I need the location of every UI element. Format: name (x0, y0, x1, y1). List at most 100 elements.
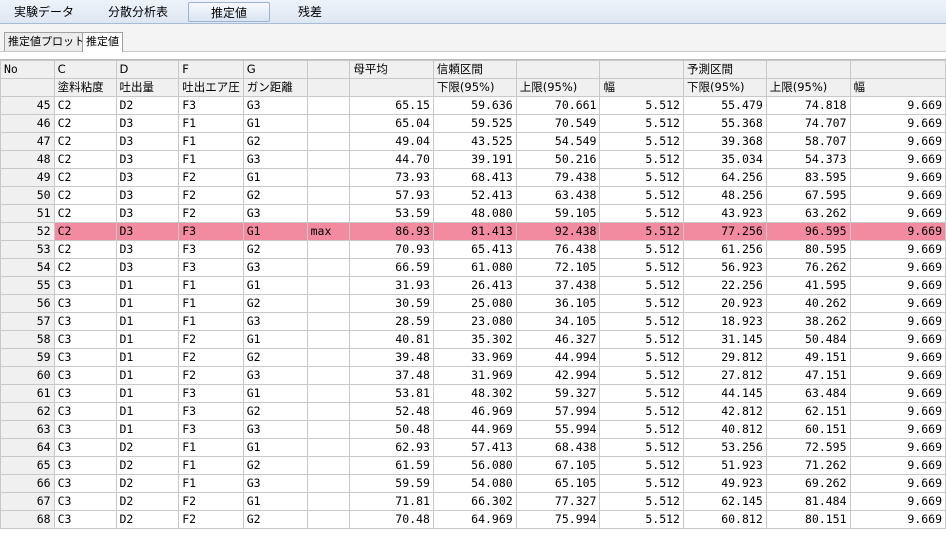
cell-g[interactable]: G2 (242, 132, 308, 151)
cell-pi-lower[interactable]: 51.923 (682, 456, 767, 475)
table-row[interactable]: 60 C3 D1 F2 G3 37.48 31.969 42.994 5.512 27.812 47… (0, 366, 946, 385)
tab-residuals[interactable]: 残差 (280, 2, 340, 22)
cell-ci-lower[interactable]: 54.080 (432, 474, 517, 493)
cell-c[interactable]: C3 (53, 348, 117, 367)
cell-g[interactable]: G3 (242, 312, 308, 331)
cell-mean[interactable]: 31.93 (349, 276, 434, 295)
cell-f[interactable]: F3 (178, 222, 244, 241)
cell-mean[interactable]: 65.15 (349, 96, 434, 115)
cell-d[interactable]: D3 (115, 240, 180, 259)
cell-note[interactable] (306, 348, 351, 367)
tab-experiment-data[interactable]: 実験データ (6, 2, 82, 22)
table-row[interactable]: 45 C2 D2 F3 G3 65.15 59.636 70.661 5.512 55.479 74… (0, 96, 946, 115)
cell-pi-lower[interactable]: 62.145 (682, 492, 767, 511)
cell-ci-upper[interactable]: 57.994 (515, 402, 601, 421)
cell-pi-upper[interactable]: 49.151 (765, 348, 851, 367)
cell-note[interactable] (306, 132, 351, 151)
cell-d[interactable]: D1 (115, 294, 180, 313)
cell-no[interactable]: 53 (0, 240, 55, 259)
cell-c[interactable]: C3 (53, 330, 117, 349)
cell-d[interactable]: D3 (115, 258, 180, 277)
cell-d[interactable]: D2 (115, 492, 180, 511)
table-row[interactable]: 49 C2 D3 F2 G1 73.93 68.413 79.438 5.512 64.256 83… (0, 168, 946, 187)
cell-note[interactable] (306, 384, 351, 403)
cell-d[interactable]: D1 (115, 402, 180, 421)
cell-mean[interactable]: 86.93 (349, 222, 434, 241)
cell-d[interactable]: D1 (115, 384, 180, 403)
cell-pi-width[interactable]: 9.669 (849, 114, 946, 133)
cell-pi-width[interactable]: 9.669 (849, 294, 946, 313)
cell-pi-width[interactable]: 9.669 (849, 312, 946, 331)
cell-g[interactable]: G1 (242, 114, 308, 133)
table-row[interactable]: 46 C2 D3 F1 G1 65.04 59.525 70.549 5.512 55.368 74… (0, 114, 946, 133)
subtab-estimate-values[interactable]: 推定値 (82, 32, 123, 52)
cell-pi-upper[interactable]: 76.262 (765, 258, 851, 277)
cell-ci-width[interactable]: 5.512 (599, 438, 684, 457)
cell-no[interactable]: 49 (0, 168, 55, 187)
cell-d[interactable]: D2 (115, 510, 180, 529)
subheader-note[interactable] (306, 78, 351, 97)
cell-ci-upper[interactable]: 76.438 (515, 240, 601, 259)
cell-pi-lower[interactable]: 44.145 (682, 384, 767, 403)
cell-d[interactable]: D3 (115, 150, 180, 169)
cell-f[interactable]: F1 (178, 312, 244, 331)
cell-f[interactable]: F2 (178, 510, 244, 529)
header-pi-width[interactable] (849, 60, 946, 79)
table-row[interactable]: 58 C3 D1 F2 G1 40.81 35.302 46.327 5.512 31.145 50… (0, 330, 946, 349)
cell-ci-lower[interactable]: 66.302 (432, 492, 517, 511)
cell-ci-upper[interactable]: 34.105 (515, 312, 601, 331)
cell-ci-upper[interactable]: 79.438 (515, 168, 601, 187)
cell-pi-width[interactable]: 9.669 (849, 240, 946, 259)
cell-ci-upper[interactable]: 46.327 (515, 330, 601, 349)
cell-f[interactable]: F2 (178, 168, 244, 187)
header-pi-lower[interactable]: 予測区間 (682, 60, 767, 79)
cell-f[interactable]: F3 (178, 240, 244, 259)
cell-d[interactable]: D3 (115, 222, 180, 241)
cell-note[interactable] (306, 312, 351, 331)
cell-pi-lower[interactable]: 40.812 (682, 420, 767, 439)
cell-pi-lower[interactable]: 43.923 (682, 204, 767, 223)
cell-note[interactable] (306, 168, 351, 187)
cell-g[interactable]: G3 (242, 150, 308, 169)
cell-ci-width[interactable]: 5.512 (599, 114, 684, 133)
cell-note[interactable] (306, 474, 351, 493)
subheader-pi-lower[interactable]: 下限(95%) (682, 78, 767, 97)
cell-ci-lower[interactable]: 59.525 (432, 114, 517, 133)
cell-mean[interactable]: 70.48 (349, 510, 434, 529)
cell-no[interactable]: 50 (0, 186, 55, 205)
cell-d[interactable]: D3 (115, 204, 180, 223)
cell-ci-width[interactable]: 5.512 (599, 132, 684, 151)
cell-d[interactable]: D1 (115, 276, 180, 295)
cell-no[interactable]: 45 (0, 96, 55, 115)
cell-ci-upper[interactable]: 70.549 (515, 114, 601, 133)
cell-f[interactable]: F3 (178, 258, 244, 277)
cell-mean[interactable]: 28.59 (349, 312, 434, 331)
cell-ci-lower[interactable]: 64.969 (432, 510, 517, 529)
cell-d[interactable]: D1 (115, 366, 180, 385)
cell-note[interactable] (306, 492, 351, 511)
cell-ci-lower[interactable]: 48.302 (432, 384, 517, 403)
cell-pi-width[interactable]: 9.669 (849, 222, 946, 241)
cell-pi-upper[interactable]: 81.484 (765, 492, 851, 511)
cell-g[interactable]: G1 (242, 384, 308, 403)
cell-f[interactable]: F1 (178, 150, 244, 169)
cell-ci-upper[interactable]: 67.105 (515, 456, 601, 475)
cell-ci-width[interactable]: 5.512 (599, 240, 684, 259)
subheader-c[interactable]: 塗料粘度 (53, 78, 117, 97)
cell-pi-width[interactable]: 9.669 (849, 348, 946, 367)
cell-pi-lower[interactable]: 39.368 (682, 132, 767, 151)
tab-anova-table[interactable]: 分散分析表 (96, 2, 180, 22)
cell-ci-upper[interactable]: 68.438 (515, 438, 601, 457)
cell-ci-lower[interactable]: 81.413 (432, 222, 517, 241)
cell-note[interactable] (306, 204, 351, 223)
cell-f[interactable]: F2 (178, 186, 244, 205)
cell-ci-width[interactable]: 5.512 (599, 366, 684, 385)
cell-pi-lower[interactable]: 27.812 (682, 366, 767, 385)
cell-pi-width[interactable]: 9.669 (849, 96, 946, 115)
cell-no[interactable]: 55 (0, 276, 55, 295)
table-row[interactable]: 61 C3 D1 F3 G1 53.81 48.302 59.327 5.512 44.145 63… (0, 384, 946, 403)
cell-no[interactable]: 47 (0, 132, 55, 151)
cell-pi-width[interactable]: 9.669 (849, 366, 946, 385)
cell-c[interactable]: C3 (53, 492, 117, 511)
cell-pi-upper[interactable]: 47.151 (765, 366, 851, 385)
